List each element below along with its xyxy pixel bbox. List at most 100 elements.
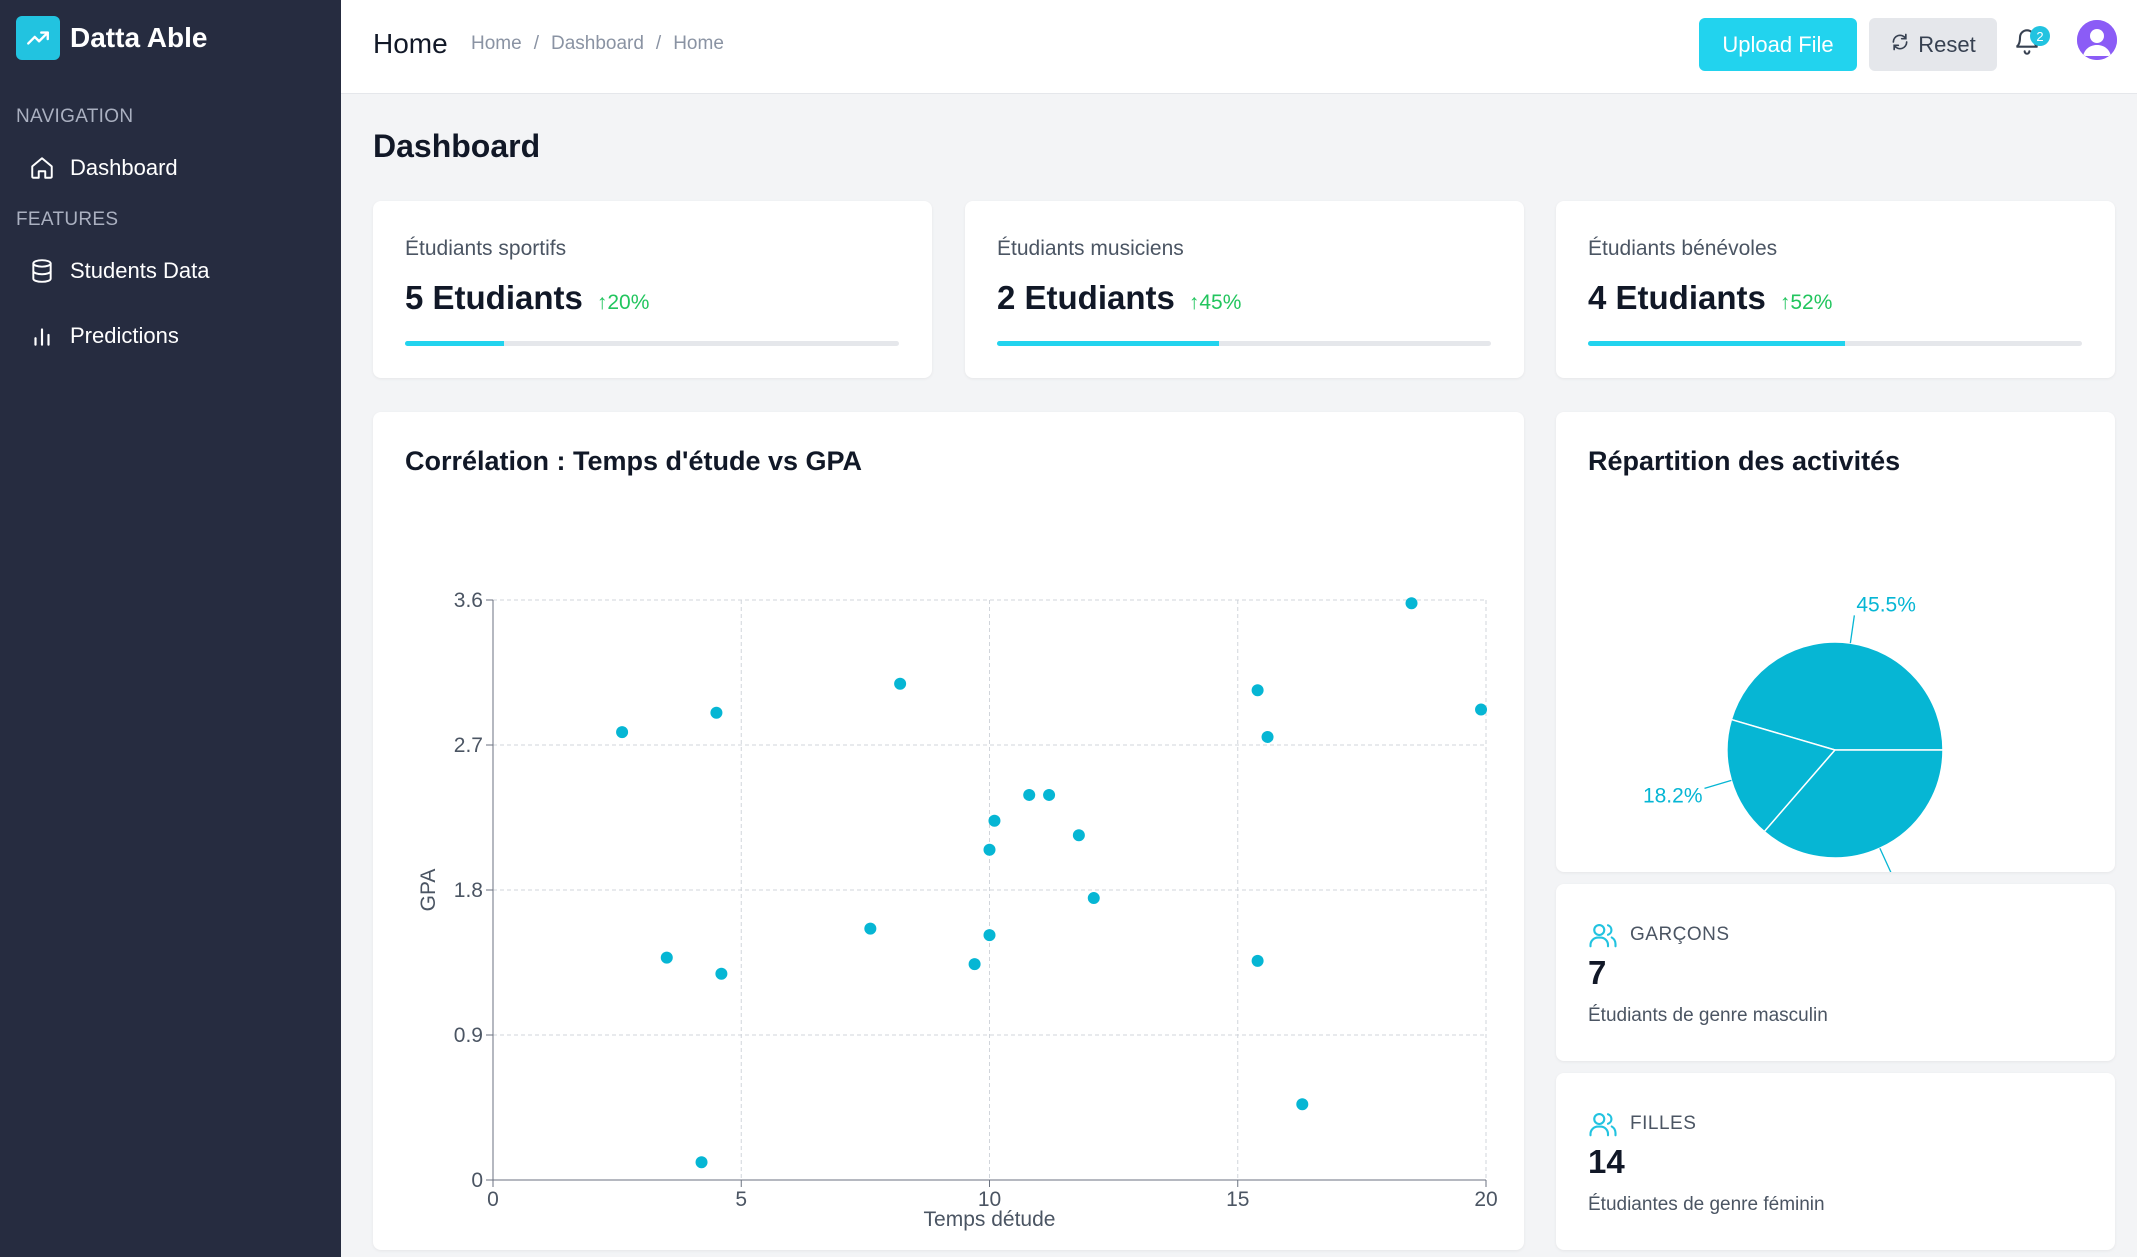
- stat-value: 2 Etudiants ↑45%: [997, 279, 1241, 317]
- scatter-point: [1296, 1098, 1309, 1111]
- y-axis-label: GPA: [417, 869, 440, 912]
- reset-button[interactable]: Reset: [1869, 18, 1997, 71]
- stat-label: Étudiants sportifs: [405, 237, 567, 260]
- sidebar: Datta Able NAVIGATION Dashboard FEATURES…: [0, 0, 341, 1257]
- x-tick-label: 20: [1474, 1188, 1497, 1211]
- notification-badge: 2: [2030, 26, 2050, 46]
- breadcrumb-item[interactable]: Home: [471, 33, 522, 55]
- scatter-point: [864, 922, 877, 935]
- stat-label: Étudiants musiciens: [997, 237, 1184, 260]
- breadcrumb-separator: /: [655, 33, 662, 54]
- scatter-point: [983, 929, 996, 942]
- gender-description: Étudiantes de genre féminin: [1588, 1194, 1825, 1215]
- pie-label: 45.5%: [1856, 593, 1916, 616]
- scatter-point: [983, 843, 996, 856]
- page-title: Dashboard: [373, 128, 541, 164]
- progress-fill: [405, 341, 504, 346]
- gender-label: FILLES: [1630, 1113, 1697, 1134]
- progress-bar: [1588, 341, 2082, 346]
- scatter-point: [710, 706, 723, 719]
- sidebar-item-dashboard[interactable]: Dashboard: [28, 154, 178, 182]
- sidebar-item-label: Dashboard: [70, 155, 178, 180]
- scatter-title: Corrélation : Temps d'étude vs GPA: [405, 446, 862, 476]
- sidebar-item-students-data[interactable]: Students Data: [28, 257, 209, 285]
- pie-chart: 45.5% 18.2% 36.4%: [1643, 593, 1953, 872]
- pie-leader-line: [1704, 779, 1732, 789]
- stat-count: 5 Etudiants: [405, 279, 583, 316]
- pie-card: Répartition des activités 45.5% 18.2% 36.4…: [1556, 412, 2115, 872]
- y-tick-label: 0: [471, 1169, 483, 1192]
- scatter-point: [1043, 788, 1056, 801]
- nav-section-navigation: NAVIGATION: [16, 106, 134, 127]
- gender-card-boys: GARÇONS 7 Étudiants de genre masculin: [1556, 884, 2115, 1061]
- scatter-point: [695, 1156, 708, 1169]
- breadcrumb-item[interactable]: Dashboard: [551, 33, 644, 55]
- refresh-icon: [1890, 32, 1910, 58]
- x-tick-label: 15: [1226, 1188, 1249, 1211]
- reset-label: Reset: [1918, 31, 1976, 57]
- gender-card-girls: FILLES 14 Étudiantes de genre féminin: [1556, 1073, 2115, 1250]
- pie-title: Répartition des activités: [1588, 446, 1901, 476]
- x-tick-label: 5: [735, 1188, 747, 1211]
- scatter-point: [1261, 730, 1274, 743]
- stat-value: 4 Etudiants ↑52%: [1588, 279, 1832, 317]
- upload-file-button[interactable]: Upload File: [1699, 18, 1857, 71]
- progress-bar: [997, 341, 1491, 346]
- users-icon: [1588, 1109, 1618, 1139]
- nav-section-features: FEATURES: [16, 209, 119, 230]
- trend-up: ↑20%: [596, 291, 650, 314]
- stat-value: 5 Etudiants ↑20%: [405, 279, 649, 317]
- gender-count: 14: [1588, 1143, 1625, 1180]
- trend-up: ↑52%: [1779, 291, 1833, 314]
- bar-chart-icon: [28, 322, 56, 350]
- gender-header: FILLES: [1588, 1109, 1696, 1139]
- y-tick-label: 1.8: [454, 879, 483, 902]
- progress-fill: [1588, 341, 1845, 346]
- header: Home Home / Dashboard / Home Upload File…: [341, 0, 2137, 94]
- trend-value: 45%: [1199, 291, 1242, 314]
- database-icon: [28, 257, 56, 285]
- scatter-point: [660, 951, 673, 964]
- x-tick-label: 0: [487, 1188, 499, 1211]
- scatter-point: [1475, 703, 1488, 716]
- gender-header: GARÇONS: [1588, 920, 1730, 950]
- users-icon: [1588, 920, 1618, 950]
- header-title: Home: [373, 28, 448, 59]
- scatter-card: Corrélation : Temps d'étude vs GPA 0 5 10 1…: [373, 412, 1524, 1250]
- y-tick-label: 0.9: [454, 1024, 483, 1047]
- stat-card-musiciens: Étudiants musiciens 2 Etudiants ↑45%: [965, 201, 1524, 378]
- stat-label: Étudiants bénévoles: [1588, 237, 1778, 260]
- stat-card-sportifs: Étudiants sportifs 5 Etudiants ↑20%: [373, 201, 932, 378]
- sidebar-item-predictions[interactable]: Predictions: [28, 322, 179, 350]
- stat-count: 2 Etudiants: [997, 279, 1175, 316]
- trending-up-icon: [16, 16, 60, 60]
- scatter-point: [1087, 892, 1100, 905]
- gender-count: 7: [1588, 954, 1607, 991]
- pie-label: 18.2%: [1643, 784, 1703, 807]
- brand[interactable]: Datta Able: [16, 16, 207, 60]
- scatter-point: [1072, 829, 1085, 842]
- scatter-point: [1405, 597, 1418, 610]
- pie-label: 36.4%: [1893, 870, 1953, 872]
- pie-leader-line: [1879, 847, 1892, 872]
- y-tick-label: 3.6: [454, 589, 483, 612]
- progress-fill: [997, 341, 1220, 346]
- avatar[interactable]: [2077, 20, 2117, 60]
- home-icon: [28, 154, 56, 182]
- sidebar-item-label: Students Data: [70, 258, 210, 283]
- trend-up: ↑45%: [1188, 291, 1242, 314]
- scatter-point: [715, 967, 728, 980]
- scatter-point: [894, 677, 907, 690]
- y-tick-label: 2.7: [454, 734, 483, 757]
- trend-value: 20%: [607, 291, 650, 314]
- scatter-chart: 0 5 10 15 2000.91.82.73.6Temps détudeGPA: [417, 589, 1498, 1231]
- sidebar-item-label: Predictions: [70, 323, 179, 348]
- breadcrumb-item: Home: [673, 33, 724, 54]
- scatter-point: [1251, 684, 1264, 697]
- pie-leader-line: [1849, 615, 1855, 644]
- stat-card-benevoles: Étudiants bénévoles 4 Etudiants ↑52%: [1556, 201, 2115, 378]
- stat-count: 4 Etudiants: [1588, 279, 1766, 316]
- gender-description: Étudiants de genre masculin: [1588, 1005, 1828, 1026]
- scatter-point: [1251, 954, 1264, 967]
- progress-bar: [405, 341, 899, 346]
